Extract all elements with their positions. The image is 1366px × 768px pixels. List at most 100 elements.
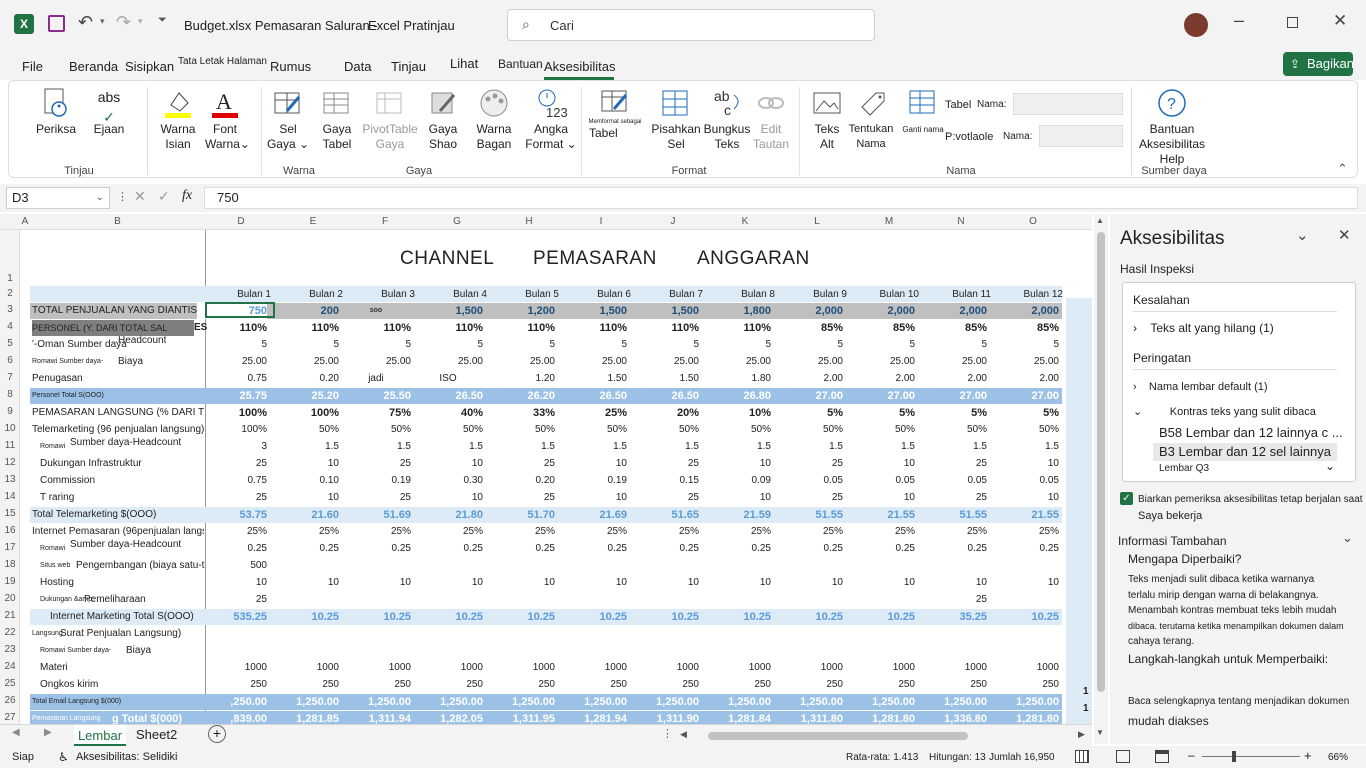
teks-alt-button[interactable]: Teks Alt — [809, 87, 845, 152]
cell-value[interactable]: ISO — [413, 371, 483, 387]
memformat-tabel-button[interactable]: Memformat sebagai Tabel — [587, 87, 643, 141]
row-header[interactable]: 23 — [0, 644, 20, 655]
cell-value[interactable]: 20% — [629, 405, 699, 421]
vertical-scrollbar[interactable]: ▲ ▼ — [1094, 214, 1108, 744]
cell-value[interactable]: 110% — [629, 320, 699, 336]
column-header[interactable]: J — [637, 214, 709, 230]
cell-value[interactable]: 1,200 — [485, 303, 555, 319]
bantuan-aksesibilitas-button[interactable]: ? Bantuan Aksesibilitas Help — [1119, 87, 1225, 167]
font-warna-button[interactable]: A Font Warna⌄ — [205, 87, 250, 152]
row-label[interactable]: Internet Marketing Total S(OOO) — [50, 609, 194, 625]
cell-value[interactable]: 51.70 — [485, 507, 555, 523]
prev-sheet-icon[interactable]: ◀ — [12, 727, 20, 738]
cell-value[interactable]: 250 — [701, 677, 771, 693]
tab-tinjau[interactable]: Tinjau — [391, 59, 426, 74]
cell-value[interactable]: 1.5 — [629, 439, 699, 455]
cell-value[interactable]: 10 — [413, 456, 483, 472]
periksa-button[interactable]: Periksa — [33, 87, 79, 137]
cell-value[interactable]: 50% — [773, 422, 843, 438]
cell-value[interactable]: 1,250.00 — [269, 694, 339, 710]
cell-value[interactable]: 25 — [197, 456, 267, 472]
avatar[interactable] — [1184, 13, 1208, 37]
cell-value[interactable]: 35.25 — [917, 609, 987, 625]
chevron-down-icon[interactable]: ⌄ — [1342, 530, 1353, 546]
cell-value[interactable]: 110% — [269, 320, 339, 336]
redo-dropdown-icon[interactable]: ▾ — [138, 16, 143, 27]
cell-value[interactable]: 10.25 — [845, 609, 915, 625]
cell-value[interactable]: 25.75 — [197, 388, 267, 404]
cell-value[interactable]: 0.05 — [917, 473, 987, 489]
tab-tata-letak[interactable]: Tata Letak Halaman — [178, 56, 267, 67]
cell-value[interactable]: 51.65 — [629, 507, 699, 523]
cell-value[interactable]: 0.20 — [485, 473, 555, 489]
cell-value[interactable]: 25% — [773, 524, 843, 540]
cell-value[interactable]: 1,500 — [629, 303, 699, 319]
cell-value[interactable]: 50% — [485, 422, 555, 438]
row-label[interactable]: PEMASARAN LANGSUNG (% DARI TOTAL — [32, 405, 204, 421]
cell-value[interactable]: 0.20 — [269, 371, 339, 387]
cell-value[interactable]: 25 — [197, 592, 267, 608]
cell-value[interactable]: 1,250.00 — [413, 694, 483, 710]
column-header[interactable]: B — [30, 214, 205, 230]
undo-icon[interactable]: ↶ — [78, 12, 93, 33]
cell-value[interactable]: 1,281.84 — [701, 711, 771, 724]
cell-value[interactable]: 10.25 — [413, 609, 483, 625]
cancel-icon[interactable]: ✕ — [134, 188, 146, 205]
column-header[interactable]: E — [277, 214, 349, 230]
column-header[interactable]: N — [925, 214, 997, 230]
row-header[interactable]: 16 — [0, 525, 20, 536]
cell-value[interactable]: 10.25 — [773, 609, 843, 625]
contrast-sub-1[interactable]: B58 Lembar dan 12 lainnya c ... — [1159, 425, 1343, 440]
cell-value[interactable]: 250 — [845, 677, 915, 693]
row-label[interactable]: Hosting — [40, 575, 74, 591]
cell-value[interactable]: 50% — [413, 422, 483, 438]
cell-value[interactable]: 2.00 — [845, 371, 915, 387]
row-header[interactable]: 9 — [0, 406, 20, 417]
row-label[interactable]: Romawi Sumber daya- — [32, 354, 103, 370]
cell-value[interactable]: 40% — [413, 405, 483, 421]
row-label[interactable]: Situs web — [40, 558, 70, 574]
cell-value[interactable]: 0.30 — [413, 473, 483, 489]
cell-value[interactable]: 25% — [341, 524, 411, 540]
row-header[interactable]: 18 — [0, 559, 20, 570]
cell-value[interactable]: 10 — [413, 490, 483, 506]
zoom-thumb[interactable] — [1232, 751, 1236, 762]
cell-value[interactable]: 0.25 — [917, 541, 987, 557]
cell-value[interactable]: 5 — [773, 337, 843, 353]
cell-value[interactable]: 25.00 — [557, 354, 627, 370]
cell-value[interactable]: 25% — [845, 524, 915, 540]
row-label[interactable]: Romawi — [40, 439, 65, 455]
cell-value[interactable]: 26.50 — [557, 388, 627, 404]
cell-value[interactable]: 50% — [557, 422, 627, 438]
cell-value[interactable]: 1,281.94 — [557, 711, 627, 724]
cell-value[interactable]: 250 — [773, 677, 843, 693]
cell-value[interactable]: 5 — [989, 337, 1059, 353]
cell-value[interactable]: 75% — [341, 405, 411, 421]
accessibility-status[interactable]: Aksesibilitas: Selidiki — [76, 751, 177, 763]
cell-value[interactable]: 1000 — [413, 660, 483, 676]
cell-value[interactable]: 25.00 — [701, 354, 771, 370]
row-sublabel[interactable]: Biaya — [118, 354, 143, 370]
cell-value[interactable]: 5 — [341, 337, 411, 353]
cell-value[interactable]: 25.00 — [197, 354, 267, 370]
cell-value[interactable]: 21.59 — [701, 507, 771, 523]
row-header[interactable]: 13 — [0, 474, 20, 485]
cell-value[interactable]: jadi — [341, 371, 411, 387]
cell-value[interactable]: 250 — [269, 677, 339, 693]
cell-value[interactable]: 26.20 — [485, 388, 555, 404]
cell-value[interactable]: 0.75 — [197, 371, 267, 387]
row-label[interactable]: Pemasaran Langsung — [32, 711, 101, 724]
gaya-tabel-button[interactable]: Gaya Tabel — [315, 87, 359, 152]
cell-value[interactable]: 85% — [989, 320, 1059, 336]
cell-value[interactable]: 25% — [557, 405, 627, 421]
cell-value[interactable]: 25 — [773, 490, 843, 506]
cell-value[interactable]: 25.00 — [269, 354, 339, 370]
cell-value[interactable]: 10 — [989, 456, 1059, 472]
minimize-icon[interactable]: – — [1234, 10, 1244, 31]
cell-value[interactable]: 1.5 — [845, 439, 915, 455]
cell-value[interactable]: 1,250.00 — [845, 694, 915, 710]
cell-value[interactable]: 1,311.94 — [341, 711, 411, 724]
sheet-tab-sheet2[interactable]: Sheet2 — [136, 727, 177, 742]
row-label[interactable]: Romawi Sumber daya- — [40, 643, 111, 659]
tab-split-icon[interactable]: ⋮ — [662, 727, 673, 740]
